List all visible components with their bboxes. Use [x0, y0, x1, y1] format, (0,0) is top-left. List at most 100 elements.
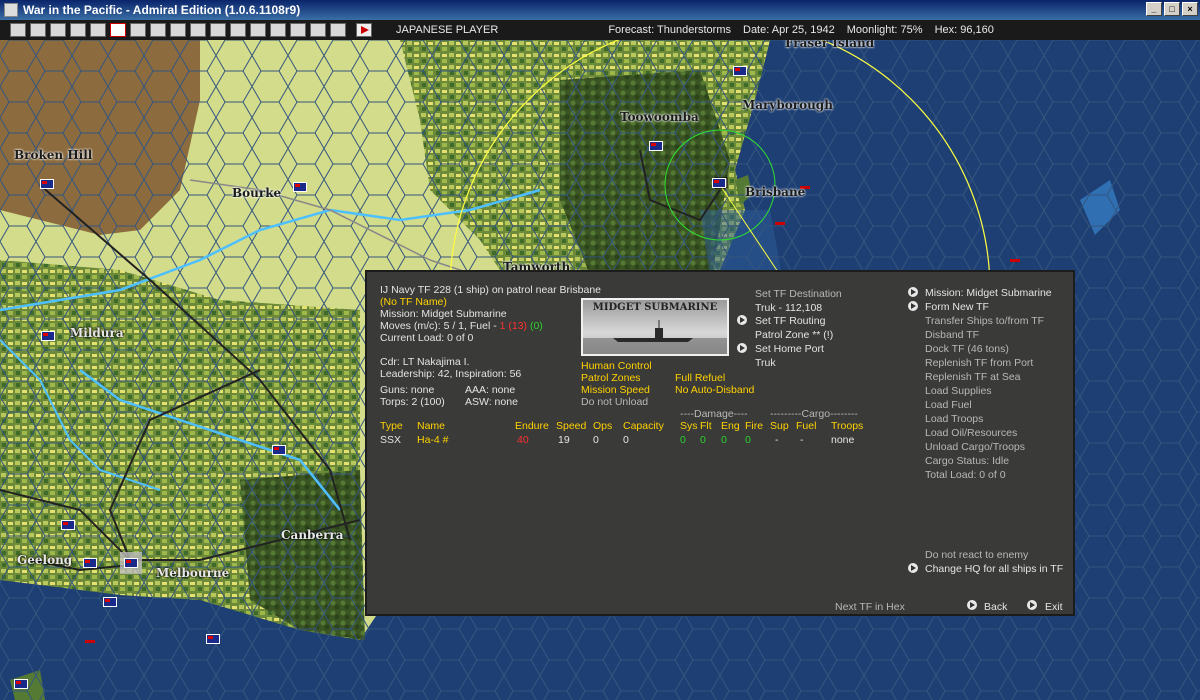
- back-arrow-icon[interactable]: [967, 600, 977, 610]
- ship-endure: 40: [517, 434, 529, 446]
- tf-moves: Moves (m/c): 5 / 1, Fuel - 1 (13) (0): [380, 320, 543, 332]
- replenish-sea-button[interactable]: Replenish TF at Sea: [925, 371, 1021, 383]
- do-not-react-toggle[interactable]: Do not react to enemy: [925, 549, 1028, 561]
- city-fraser-island[interactable]: Fraser Island: [785, 40, 874, 50]
- set-routing-button[interactable]: Set TF Routing: [755, 315, 825, 327]
- allied-flag-icon[interactable]: [124, 558, 138, 568]
- change-hq-button[interactable]: Change HQ for all ships in TF: [925, 563, 1063, 575]
- city-toowoomba[interactable]: Toowoomba: [620, 110, 699, 124]
- col-troops: Troops: [831, 420, 864, 432]
- rising-sun-icon[interactable]: [110, 23, 126, 37]
- air-icon[interactable]: [70, 23, 86, 37]
- tf-aaa: AAA: none: [465, 384, 516, 396]
- routing-arrow-icon[interactable]: [737, 315, 747, 325]
- flag-icon[interactable]: [170, 23, 186, 37]
- form-new-arrow-icon[interactable]: [908, 301, 918, 311]
- form-new-tf-button[interactable]: Form New TF: [925, 301, 989, 313]
- allied-flag-icon[interactable]: [103, 597, 117, 607]
- map-icon[interactable]: [330, 23, 346, 37]
- transfer-ships-button[interactable]: Transfer Ships to/from TF: [925, 315, 1044, 327]
- full-refuel-toggle[interactable]: Full Refuel: [675, 372, 725, 384]
- allied-flag-icon[interactable]: [206, 634, 220, 644]
- disband-tf-button[interactable]: Disband TF: [925, 329, 979, 341]
- cargo-status: Cargo Status: Idle: [925, 455, 1010, 467]
- close-icon[interactable]: ×: [1182, 2, 1198, 16]
- allied-flag-icon[interactable]: [733, 66, 747, 76]
- ship-sup: -: [775, 434, 779, 446]
- patrol-zones-toggle[interactable]: Patrol Zones: [581, 372, 641, 384]
- home-port-arrow-icon[interactable]: [737, 343, 747, 353]
- moonlight-label: Moonlight: 75%: [846, 24, 923, 36]
- back-button[interactable]: Back: [984, 601, 1007, 613]
- submarine-icon: [583, 320, 727, 354]
- tf-commander[interactable]: Cdr: LT Nakajima I.: [380, 356, 469, 368]
- ship-eng: 0: [721, 434, 727, 446]
- col-endure: Endure: [515, 420, 549, 432]
- base-icon[interactable]: [250, 23, 266, 37]
- window-controls: _ □ ×: [1146, 2, 1198, 16]
- end-turn-icon[interactable]: [356, 23, 372, 37]
- sub-icon[interactable]: [210, 23, 226, 37]
- city-canberra[interactable]: Canberra: [281, 528, 344, 542]
- maximize-icon[interactable]: □: [1164, 2, 1180, 16]
- op-icon[interactable]: [290, 23, 306, 37]
- replenish-port-button[interactable]: Replenish TF from Port: [925, 357, 1033, 369]
- set-home-port-button[interactable]: Set Home Port: [755, 343, 824, 355]
- sync-icon[interactable]: [270, 23, 286, 37]
- ship-icon[interactable]: [130, 23, 146, 37]
- load-supplies-button[interactable]: Load Supplies: [925, 385, 992, 397]
- allied-flag-icon[interactable]: [272, 445, 286, 455]
- col-flt: Flt: [700, 420, 712, 432]
- allied-flag-icon[interactable]: [40, 179, 54, 189]
- city-brisbane[interactable]: Brisbane: [745, 185, 805, 199]
- report-icon[interactable]: [10, 23, 26, 37]
- tf-leadership: Leadership: 42, Inspiration: 56: [380, 368, 522, 380]
- ship-sys: 0: [680, 434, 686, 446]
- minimize-icon[interactable]: _: [1146, 2, 1162, 16]
- city-bourke[interactable]: Bourke: [232, 186, 281, 200]
- ship-capacity: 0: [623, 434, 629, 446]
- city-melbourne[interactable]: Melbourne: [156, 566, 229, 580]
- allied-flag-icon[interactable]: [293, 182, 307, 192]
- allied-flag-icon[interactable]: [649, 141, 663, 151]
- city-geelong[interactable]: Geelong: [17, 553, 72, 567]
- load-oil-button[interactable]: Load Oil/Resources: [925, 427, 1017, 439]
- do-not-unload-toggle[interactable]: Do not Unload: [581, 396, 648, 408]
- col-capacity: Capacity: [623, 420, 664, 432]
- airgroup-icon[interactable]: [190, 23, 206, 37]
- col-fuel: Fuel: [796, 420, 817, 432]
- human-control-toggle[interactable]: Human Control: [581, 360, 652, 372]
- city-maryborough[interactable]: Maryborough: [742, 98, 833, 112]
- allied-flag-icon[interactable]: [83, 558, 97, 568]
- next-tf-button[interactable]: Next TF in Hex: [835, 601, 905, 613]
- set-destination-label[interactable]: Set TF Destination: [755, 288, 842, 300]
- ground-icon[interactable]: [50, 23, 66, 37]
- no-auto-disband-toggle[interactable]: No Auto-Disband: [675, 384, 754, 396]
- fleet-icon[interactable]: [230, 23, 246, 37]
- dock-tf-button[interactable]: Dock TF (46 tons): [925, 343, 1009, 355]
- mission-arrow-icon[interactable]: [908, 287, 918, 297]
- unload-cargo-button[interactable]: Unload Cargo/Troops: [925, 441, 1025, 453]
- ship-fuel: -: [800, 434, 804, 446]
- load-fuel-button[interactable]: Load Fuel: [925, 399, 972, 411]
- info-icon[interactable]: [90, 23, 106, 37]
- city-mildura[interactable]: Mildura: [70, 326, 124, 340]
- exit-arrow-icon[interactable]: [1027, 600, 1037, 610]
- plane-icon[interactable]: [150, 23, 166, 37]
- load-troops-button[interactable]: Load Troops: [925, 413, 983, 425]
- allied-flag-icon[interactable]: [14, 679, 28, 689]
- ship-ops: 0: [593, 434, 599, 446]
- mission-speed-toggle[interactable]: Mission Speed: [581, 384, 650, 396]
- tf-name[interactable]: (No TF Name): [380, 296, 447, 308]
- city-broken-hill[interactable]: Broken Hill: [14, 148, 92, 162]
- allied-flag-icon[interactable]: [41, 331, 55, 341]
- ship-name[interactable]: Ha-4 #: [417, 434, 449, 446]
- exit-button[interactable]: Exit: [1045, 601, 1063, 613]
- mission-button[interactable]: Mission: Midget Submarine: [925, 287, 1052, 299]
- orders-icon[interactable]: [310, 23, 326, 37]
- change-hq-arrow-icon[interactable]: [908, 563, 918, 573]
- ship-speed: 19: [558, 434, 570, 446]
- allied-flag-icon[interactable]: [712, 178, 726, 188]
- list-icon[interactable]: [30, 23, 46, 37]
- allied-flag-icon[interactable]: [61, 520, 75, 530]
